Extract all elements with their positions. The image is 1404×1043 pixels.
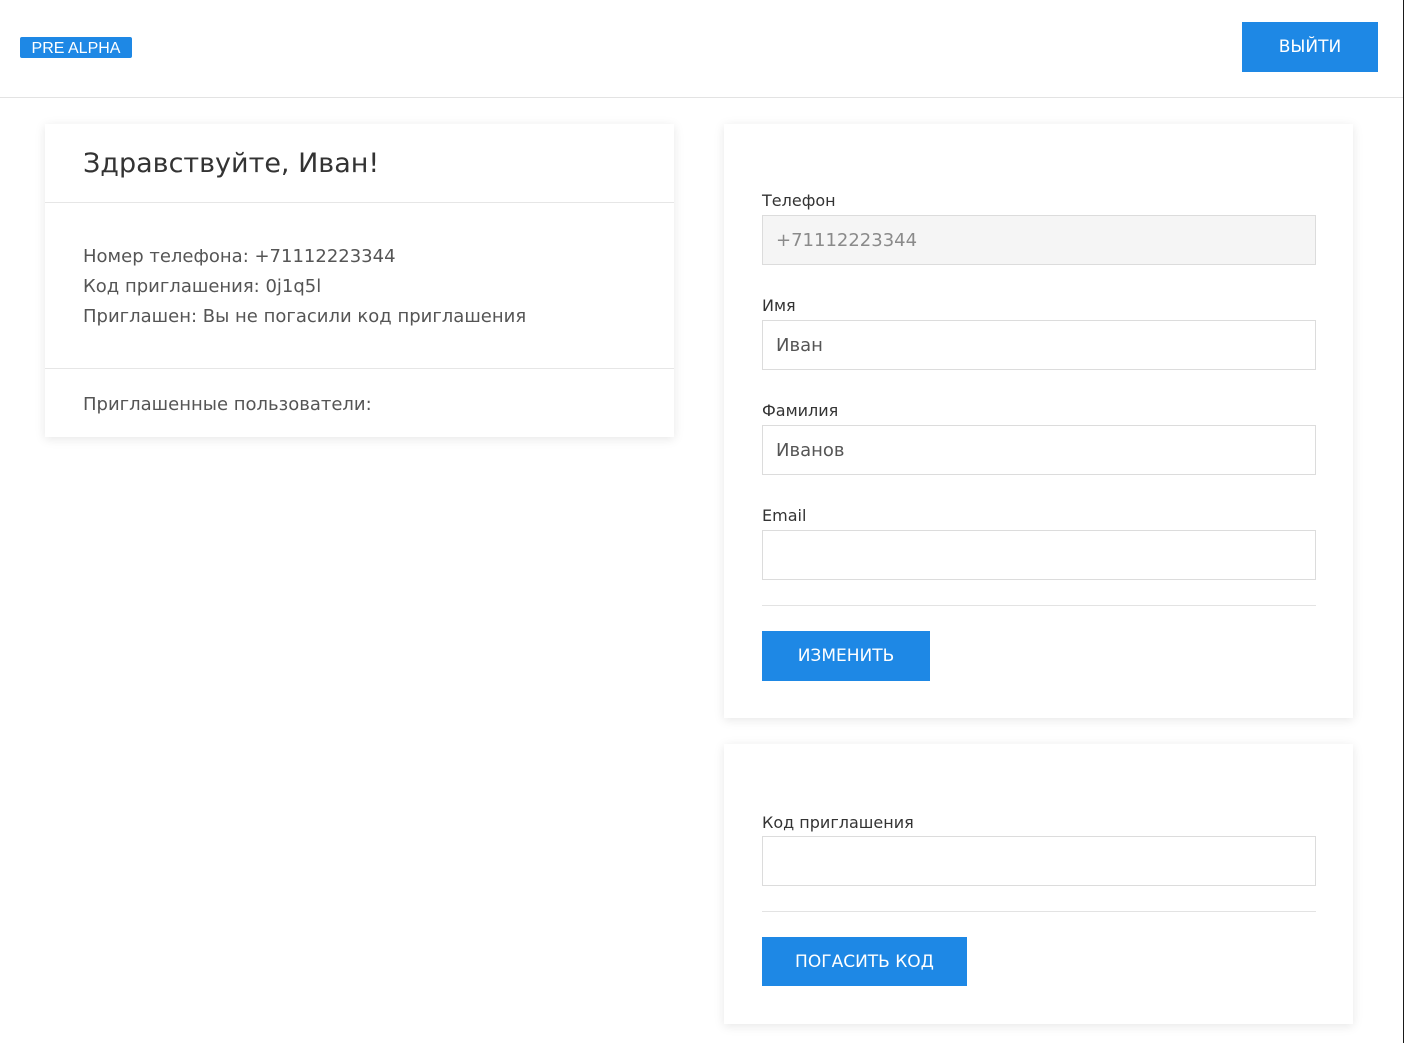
invited-users-label: Приглашенные пользователи: (83, 394, 372, 415)
edit-profile-card: Телефон Имя Фамилия Email ИЗМЕНИТЬ (724, 124, 1353, 718)
profile-divider-bottom (45, 368, 674, 369)
top-bar: PRE ALPHA ВЫЙТИ (0, 0, 1403, 98)
invite-code-text: Код приглашения: 0j1q5l (83, 276, 322, 297)
version-badge: PRE ALPHA (20, 37, 132, 58)
profile-divider-top (45, 202, 674, 203)
greeting-title: Здравствуйте, Иван! (83, 148, 380, 179)
last-name-field[interactable] (762, 425, 1316, 475)
invite-form-divider (762, 911, 1316, 912)
email-field[interactable] (762, 530, 1316, 580)
redeem-invite-card: Код приглашения ПОГАСИТЬ КОД (724, 744, 1353, 1024)
phone-number-text: Номер телефона: +71112223344 (83, 246, 396, 267)
logout-button[interactable]: ВЫЙТИ (1242, 22, 1378, 72)
profile-card: Здравствуйте, Иван! Номер телефона: +711… (45, 124, 674, 437)
save-profile-button[interactable]: ИЗМЕНИТЬ (762, 631, 930, 681)
first-name-field[interactable] (762, 320, 1316, 370)
invite-code-field[interactable] (762, 836, 1316, 886)
last-name-label: Фамилия (762, 401, 839, 420)
phone-field[interactable] (762, 215, 1316, 265)
redeem-code-button[interactable]: ПОГАСИТЬ КОД (762, 937, 967, 986)
page: PRE ALPHA ВЫЙТИ Здравствуйте, Иван! Номе… (0, 0, 1404, 1043)
first-name-label: Имя (762, 296, 796, 315)
email-label: Email (762, 506, 807, 525)
form-divider (762, 605, 1316, 606)
invited-status-text: Приглашен: Вы не погасили код приглашени… (83, 306, 527, 327)
invite-code-label: Код приглашения (762, 813, 914, 832)
phone-label: Телефон (762, 191, 836, 210)
